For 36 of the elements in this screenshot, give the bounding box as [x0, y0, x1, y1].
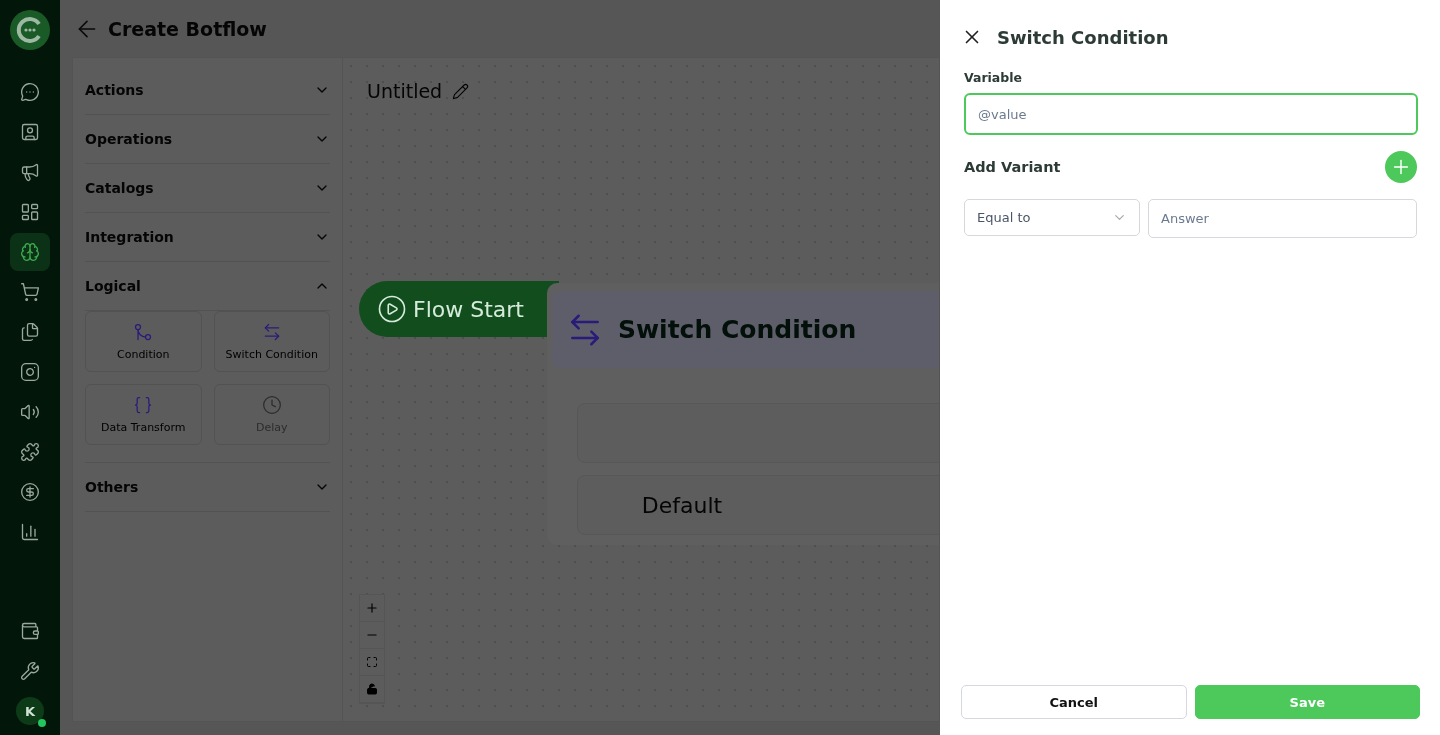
field-label: Variable	[964, 70, 1024, 85]
merge-icon	[133, 322, 154, 342]
brain-icon[interactable]	[10, 233, 50, 271]
avatar[interactable]: K	[16, 697, 44, 725]
section-header[interactable]: Others	[85, 463, 330, 512]
operator-select[interactable]: Equal to	[964, 199, 1140, 236]
section-header[interactable]: Actions	[85, 66, 330, 115]
cancel-button[interactable]: Cancel	[961, 685, 1187, 719]
save-button[interactable]: Save	[1194, 685, 1420, 719]
block-tile[interactable]: Data Transform	[85, 384, 202, 445]
branch-label: Default	[641, 492, 723, 518]
section-header[interactable]: Operations	[85, 115, 330, 164]
braces-icon	[133, 395, 154, 415]
node-label: Flow Start	[413, 296, 524, 322]
variable-input[interactable]: @value	[964, 93, 1418, 135]
answer-input[interactable]: Answer	[1148, 199, 1417, 238]
play-icon	[377, 294, 407, 324]
flow-name: Untitled	[367, 80, 443, 102]
section-label: Add Variant	[964, 159, 1061, 175]
logo-icon	[10, 10, 50, 50]
node-title: Switch Condition	[618, 315, 857, 344]
page-title: Create Botflow	[108, 17, 267, 40]
flow-canvas[interactable]: Untitled Flow Start Switch Condition Default	[343, 57, 940, 722]
fit-view-icon	[366, 656, 378, 668]
block-tile[interactable]: Condition	[85, 311, 202, 372]
branch-box[interactable]: Default	[577, 475, 939, 535]
section-header[interactable]: Integration	[85, 213, 330, 262]
flow-start-node[interactable]: Flow Start	[359, 281, 559, 337]
lock-icon	[366, 683, 378, 695]
section-header[interactable]: Catalogs	[85, 164, 330, 213]
plus-icon	[365, 601, 379, 615]
edit-button[interactable]	[452, 82, 470, 100]
clock-icon	[261, 395, 282, 415]
pencil-icon	[452, 82, 470, 100]
block-tile[interactable]: Switch Condition	[213, 311, 330, 372]
drawer-title: Switch Condition	[997, 26, 1169, 48]
